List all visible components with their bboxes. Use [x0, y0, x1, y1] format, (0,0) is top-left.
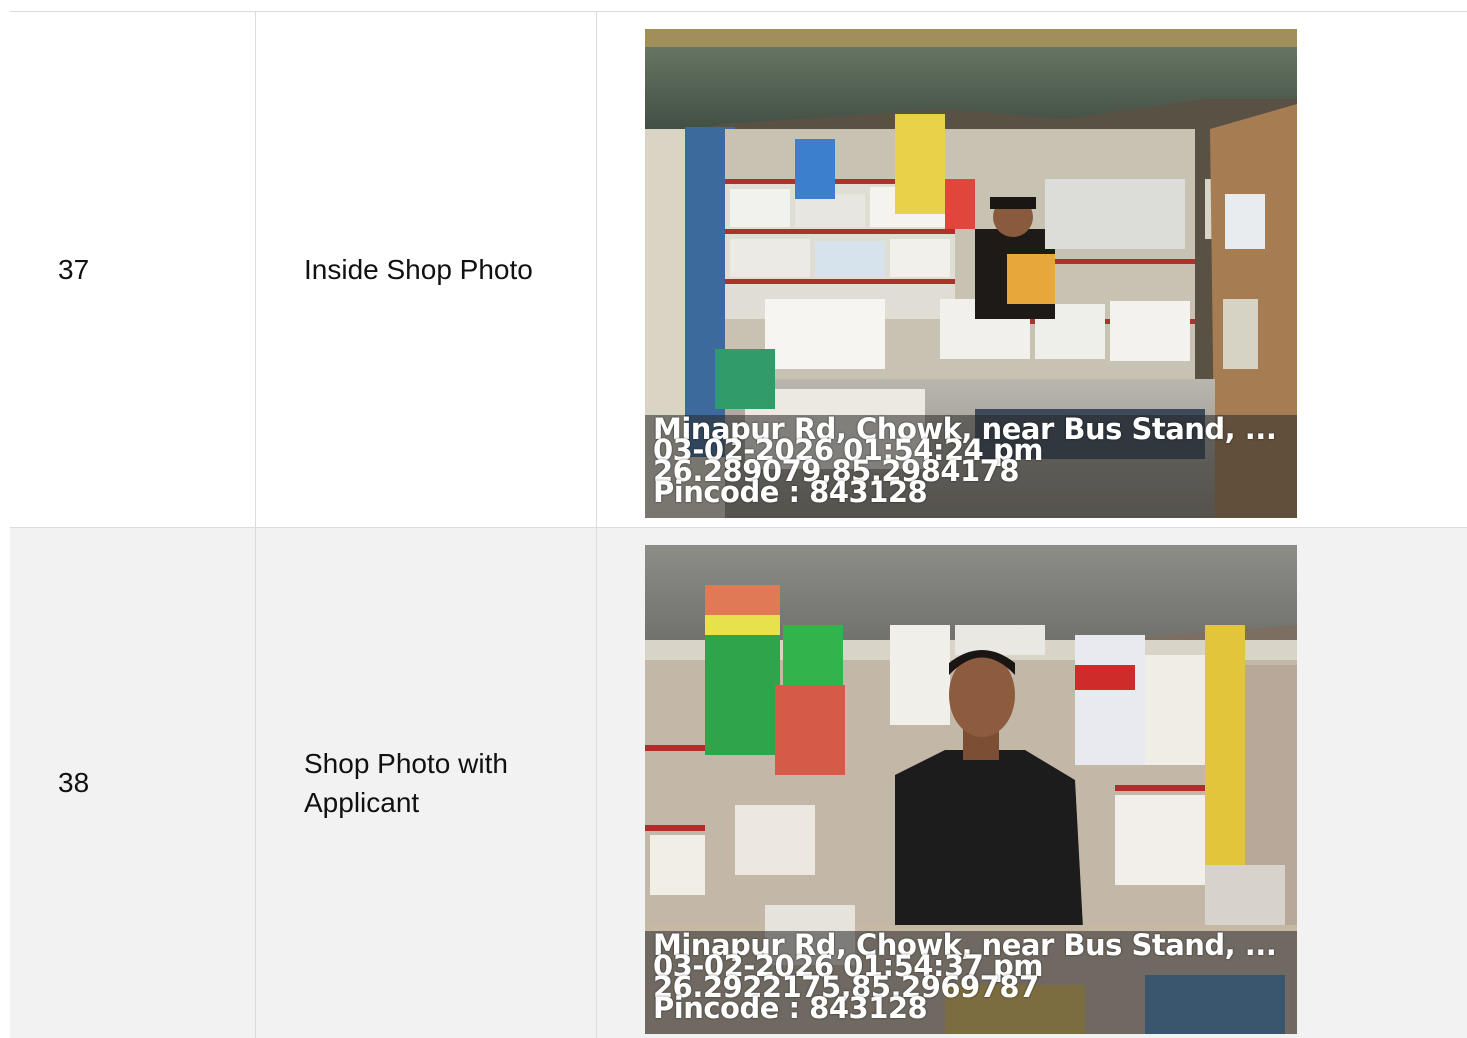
photo-cell: Minapur Rd, Chowk, near Bus Stand, ... 0… [596, 12, 1467, 527]
inside-shop-photo[interactable]: Minapur Rd, Chowk, near Bus Stand, ... 0… [645, 29, 1297, 518]
photo-table: 37 Inside Shop Photo Minapur Rd, Chowk, … [10, 11, 1467, 1038]
photo-cell: Minapur Rd, Chowk, near Bus Stand, ... 0… [596, 528, 1467, 1038]
table-row: 38 Shop Photo with Applicant Minapur Rd,… [10, 528, 1467, 1038]
table-row: 37 Inside Shop Photo Minapur Rd, Chowk, … [10, 12, 1467, 528]
row-label: Inside Shop Photo [255, 12, 596, 527]
geotag-overlay: Minapur Rd, Chowk, near Bus Stand, ... 0… [645, 415, 1297, 518]
shop-photo-with-applicant[interactable]: Minapur Rd, Chowk, near Bus Stand, ... 0… [645, 545, 1297, 1034]
geotag-overlay: Minapur Rd, Chowk, near Bus Stand, ... 0… [645, 931, 1297, 1034]
row-number: 38 [58, 767, 90, 798]
row-number: 37 [58, 253, 90, 285]
row-label: Shop Photo with Applicant [255, 528, 596, 1038]
